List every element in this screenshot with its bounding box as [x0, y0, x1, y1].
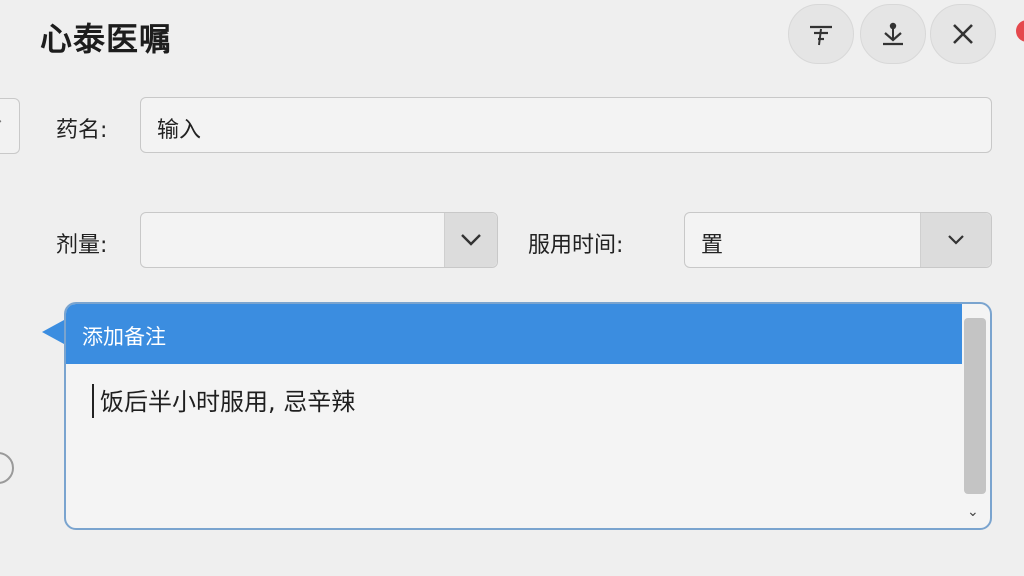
scroll-down-icon[interactable]: ⌄: [967, 504, 979, 520]
pin-icon: [883, 22, 903, 46]
time-select[interactable]: 置: [684, 212, 992, 268]
note-panel: 添加备注 饭后半小时服用, 忌辛辣 ⌄: [64, 302, 992, 530]
dose-label: 剂量:: [56, 233, 108, 258]
window-title: 心泰医嘱: [40, 20, 173, 58]
filter-button[interactable]: [788, 4, 854, 64]
time-label: 服用时间:: [528, 233, 624, 258]
filter-icon: [810, 25, 832, 46]
pin-button[interactable]: [860, 4, 926, 64]
text-cursor: [92, 384, 94, 418]
side-panel-handle[interactable]: ›: [0, 98, 20, 154]
time-value: 置: [701, 233, 724, 258]
time-dropdown-button[interactable]: [920, 213, 991, 267]
dose-dropdown-button[interactable]: [444, 213, 497, 267]
close-button[interactable]: [930, 4, 996, 64]
note-textarea[interactable]: 饭后半小时服用, 忌辛辣: [92, 382, 355, 420]
note-scrollbar[interactable]: ⌄: [964, 314, 986, 520]
close-icon: [953, 24, 973, 44]
scroll-thumb[interactable]: [964, 318, 986, 494]
drug-name-value: 输入: [157, 118, 202, 143]
notification-dot: [1016, 20, 1024, 42]
drug-name-input[interactable]: 输入: [140, 97, 992, 153]
chevron-down-icon: [948, 235, 964, 245]
dose-select[interactable]: [140, 212, 498, 268]
chevron-down-icon: [461, 234, 481, 246]
note-header: 添加备注: [66, 304, 962, 364]
note-text: 饭后半小时服用, 忌辛辣: [100, 388, 356, 416]
radio-button[interactable]: [0, 452, 14, 484]
drug-name-label: 药名:: [56, 118, 108, 143]
note-pointer: [42, 320, 64, 344]
